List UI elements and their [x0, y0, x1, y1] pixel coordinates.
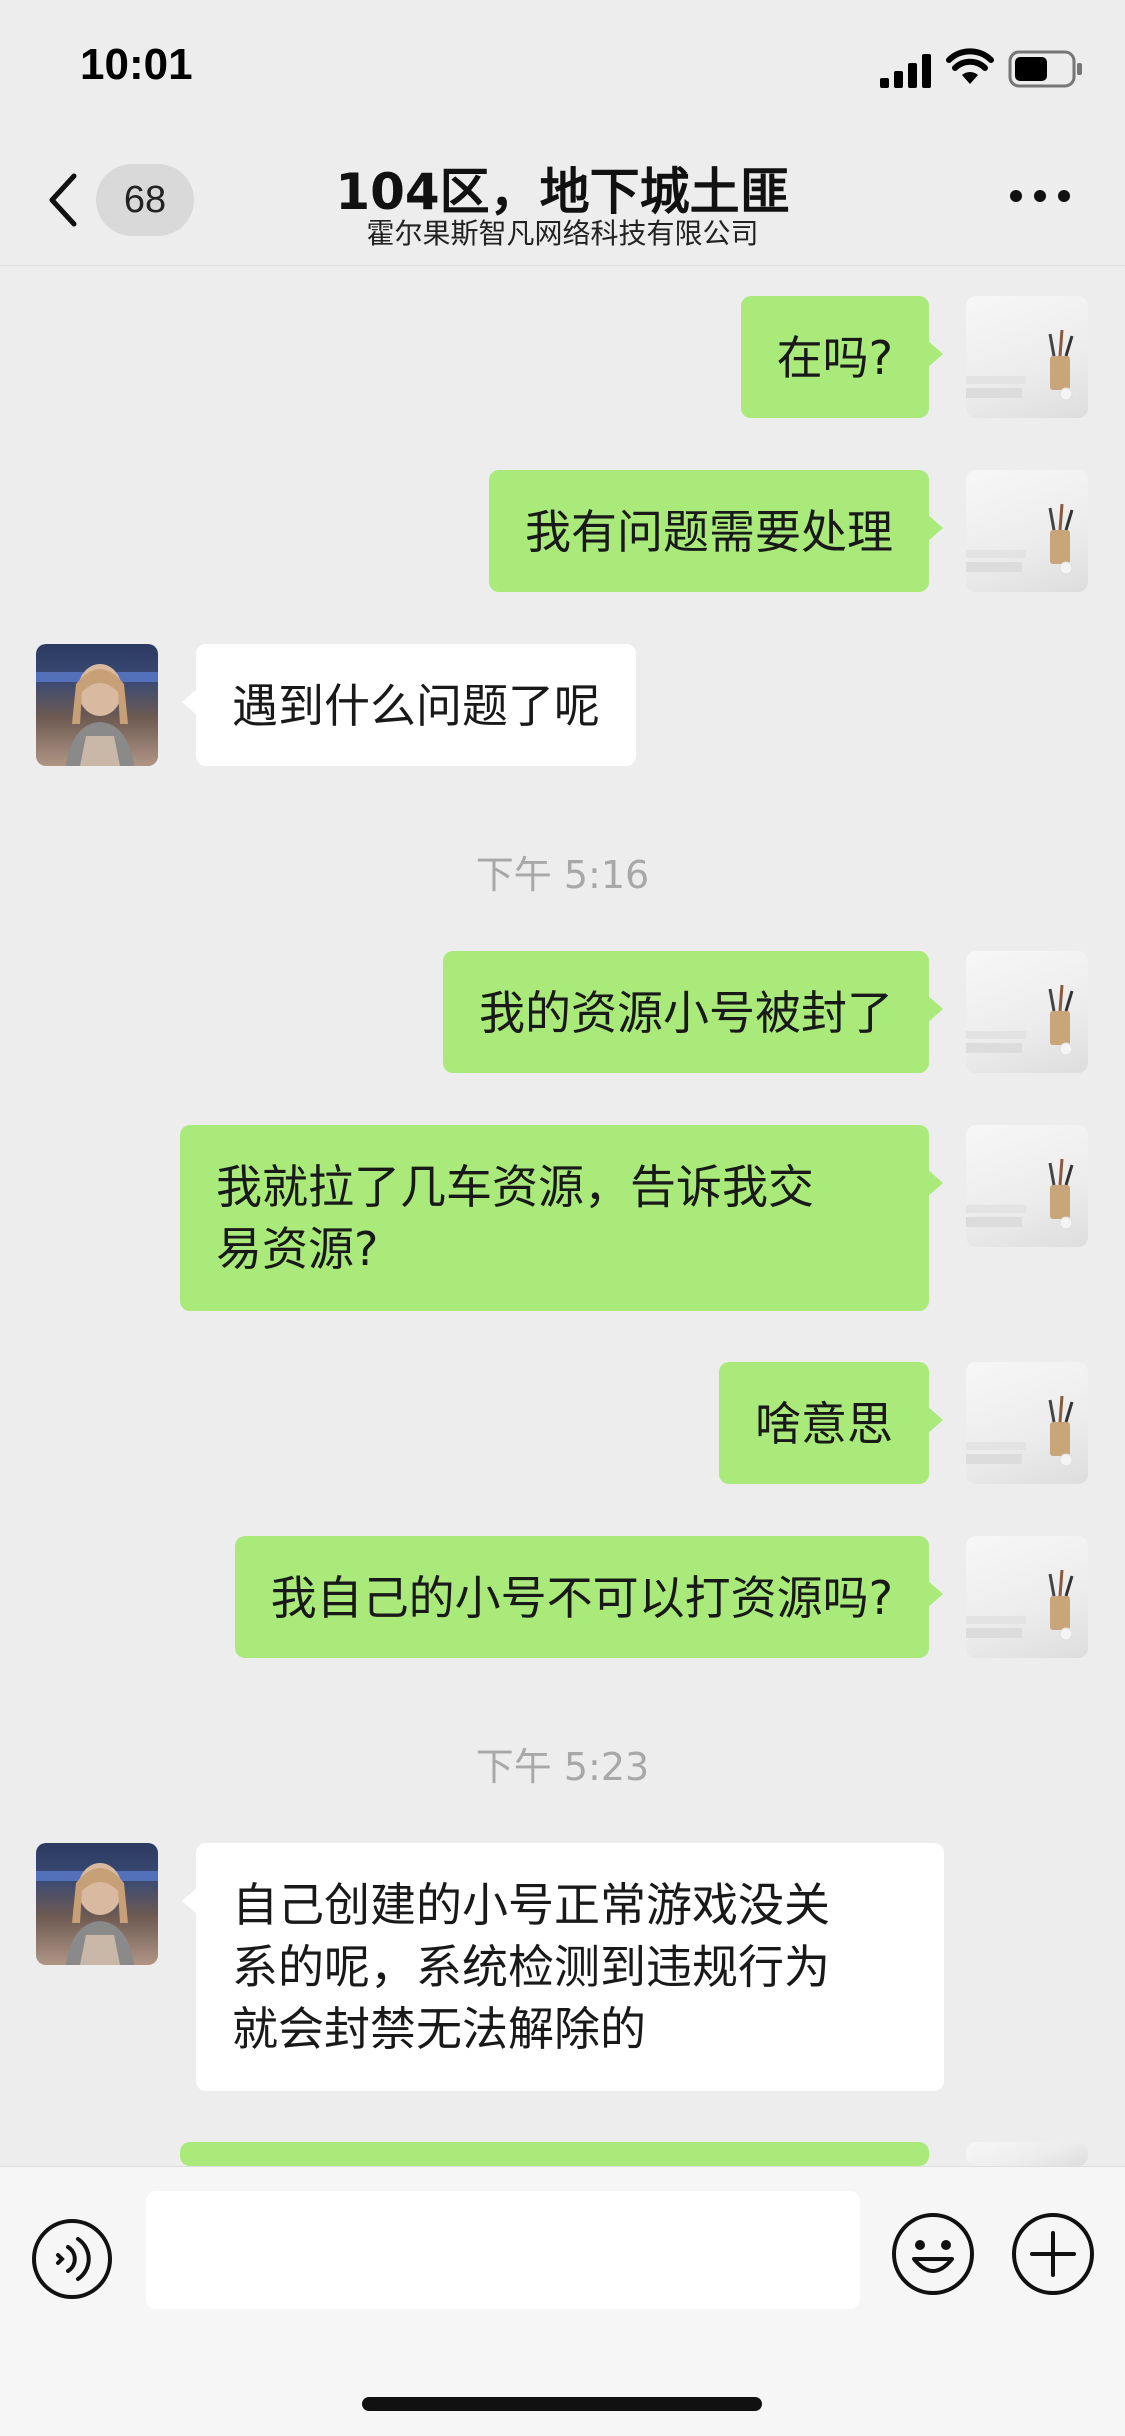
chat-header: 68 104区，地下城土匪 霍尔果斯智凡网络科技有限公司: [0, 140, 1125, 266]
wifi-icon: [946, 48, 994, 84]
signal-icon: [880, 54, 931, 88]
contact-avatar[interactable]: [36, 644, 158, 766]
status-bar: 10:01: [0, 0, 1125, 140]
message-bubble[interactable]: 自己创建的小号正常游戏没关 系的呢，系统检测到违规行为 就会封禁无法解除的: [182, 1843, 944, 2091]
message-bubble[interactable]: 遇到什么问题了呢: [182, 644, 636, 766]
battery-icon: [1008, 50, 1082, 88]
message-bubble[interactable]: 啥意思: [719, 1362, 943, 1484]
my-avatar[interactable]: [966, 470, 1088, 592]
message-bubble[interactable]: 我就拉了几车资源，告诉我交 易资源?: [180, 1125, 943, 1311]
message-line: 我就拉了几车资源，告诉我交: [216, 1160, 814, 1214]
message-line: 系的呢，系统检测到违规行为: [232, 1940, 830, 1994]
message-input[interactable]: [146, 2191, 860, 2309]
status-time: 10:01: [80, 40, 193, 89]
my-avatar[interactable]: [966, 2142, 1088, 2166]
more-icon[interactable]: [1010, 190, 1070, 210]
message-bubble[interactable]: 我自己的小号不可以打资源吗?: [234, 1536, 944, 1658]
chat-subtitle: 霍尔果斯智凡网络科技有限公司: [366, 217, 759, 250]
timestamp: 下午 5:23: [475, 1745, 650, 1789]
message-bubble[interactable]: 我有问题需要处理: [489, 470, 943, 592]
message-line: 易资源?: [216, 1222, 379, 1276]
message-line: 就会封禁无法解除的: [232, 2002, 646, 2056]
my-avatar[interactable]: [966, 296, 1088, 418]
my-avatar[interactable]: [966, 1125, 1088, 1247]
my-avatar[interactable]: [966, 951, 1088, 1073]
message-bubble[interactable]: 我的资源小号被封了: [443, 951, 943, 1073]
message-bubble[interactable]: [180, 2142, 943, 2214]
contact-avatar[interactable]: [36, 1843, 158, 1965]
my-avatar[interactable]: [966, 1362, 1088, 1484]
timestamp: 下午 5:16: [475, 853, 650, 897]
message-bubble[interactable]: 在吗?: [740, 296, 944, 418]
input-bar: [0, 2166, 1125, 2436]
my-avatar[interactable]: [966, 1536, 1088, 1658]
home-indicator[interactable]: [362, 2397, 762, 2411]
plus-icon[interactable]: [1010, 2211, 1096, 2297]
emoji-icon[interactable]: [890, 2211, 976, 2297]
message-line: 自己创建的小号正常游戏没关: [232, 1878, 830, 1932]
voice-icon[interactable]: [30, 2217, 114, 2301]
